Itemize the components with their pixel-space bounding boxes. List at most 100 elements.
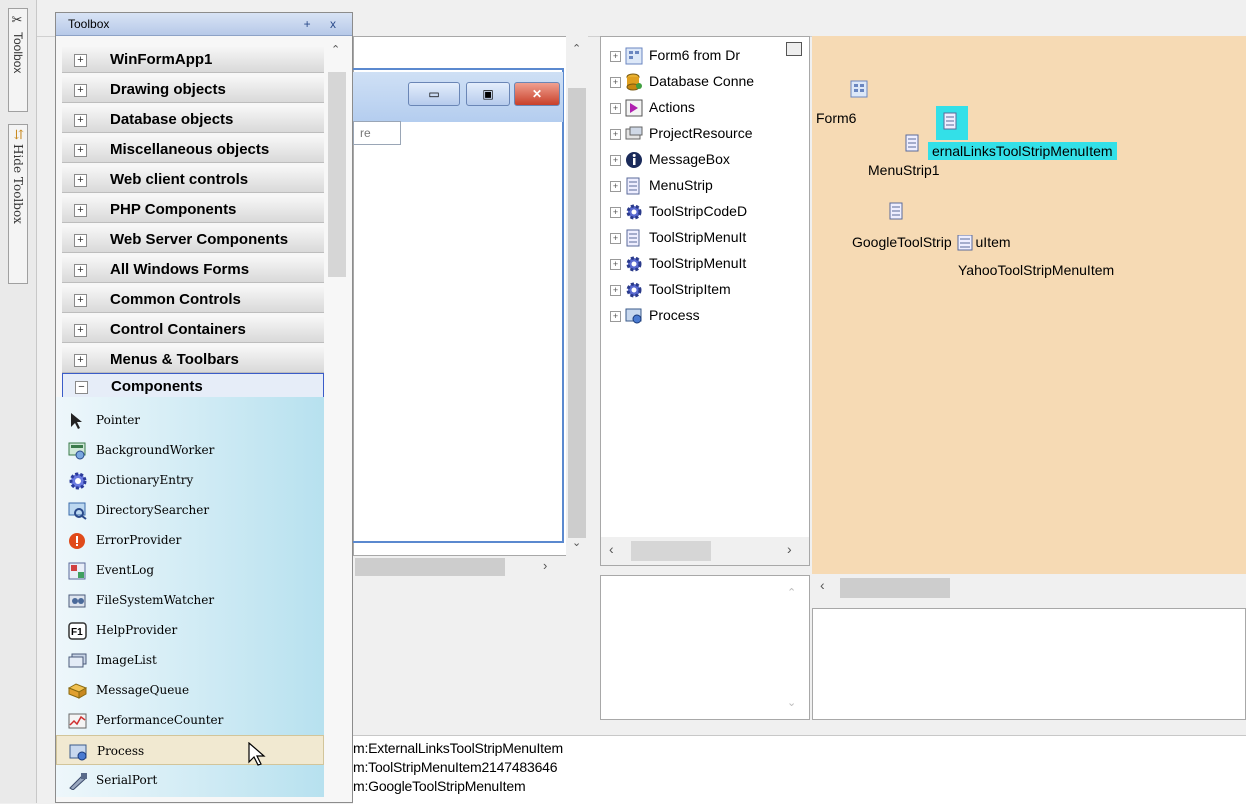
category-drawing-objects[interactable]: + Drawing objects [62, 77, 324, 103]
scroll-right-icon[interactable]: › [787, 541, 792, 557]
scroll-thumb[interactable] [328, 72, 346, 277]
scroll-up-icon[interactable]: ⌃ [331, 43, 340, 56]
scroll-thumb[interactable] [355, 558, 505, 576]
expand-icon[interactable]: + [610, 310, 621, 322]
category-winformapp1[interactable]: + WinFormApp1 [62, 47, 324, 73]
expand-icon[interactable]: + [74, 264, 87, 277]
expand-icon[interactable]: + [74, 114, 87, 127]
output-window[interactable]: m:ExternalLinksToolStripMenuItem m:ToolS… [353, 735, 1246, 804]
expand-icon[interactable]: + [610, 284, 621, 296]
minimize-button[interactable]: ▭ [408, 82, 460, 106]
yahoo-node-icon[interactable] [956, 234, 976, 251]
scroll-up-icon[interactable]: ⌃ [787, 586, 796, 599]
toolbox-item-dictionaryentry[interactable]: DictionaryEntry [56, 465, 324, 495]
toolbox-item-pointer[interactable]: Pointer [56, 405, 324, 435]
properties-box[interactable]: ⌃ ⌄ [600, 575, 810, 720]
form-textbox[interactable]: re [353, 121, 401, 145]
category-all-windows-forms[interactable]: + All Windows Forms [62, 257, 324, 283]
toolbox-panel[interactable]: Toolbox + x + WinFormApp1 + Drawing object… [55, 12, 353, 803]
toolbox-pin-close-buttons[interactable]: + x [304, 13, 344, 35]
scroll-thumb[interactable] [568, 88, 586, 538]
close-button[interactable]: ✕ [514, 82, 560, 106]
category-web-server-components[interactable]: + Web Server Components [62, 227, 324, 253]
toolbox-item-eventlog[interactable]: EventLog [56, 555, 324, 585]
selected-node-label[interactable]: ernalLinksToolStripMenuItem [928, 142, 1117, 160]
tree-node[interactable]: + Process [610, 302, 700, 328]
toolbox-item-backgroundworker[interactable]: BackgroundWorker [56, 435, 324, 465]
tree-node[interactable]: + ProjectResource [610, 120, 753, 146]
category-control-containers[interactable]: + Control Containers [62, 317, 324, 343]
hide-toolbox-side-tab[interactable]: ⇆ Hide Toolbox [8, 124, 28, 284]
toolbox-item-messagequeue[interactable]: MessageQueue [56, 675, 324, 705]
category-database-objects[interactable]: + Database objects [62, 107, 324, 133]
tree-node[interactable]: + ToolStripCodeD [610, 198, 747, 224]
window-restore-icon[interactable] [786, 42, 802, 56]
tree-node[interactable]: + Database Conne [610, 68, 754, 94]
toolbox-scrollbar[interactable]: ⌃ [326, 37, 348, 277]
scroll-up-icon[interactable]: ⌃ [572, 42, 581, 55]
category-web-client-controls[interactable]: + Web client controls [62, 167, 324, 193]
category-components[interactable]: − Components [62, 373, 324, 399]
expand-icon[interactable]: + [74, 294, 87, 307]
tree-node[interactable]: + MessageBox [610, 146, 730, 172]
toolbox-item-process[interactable]: Process [56, 735, 324, 766]
toolbox-item-performancecounter[interactable]: PerformanceCounter [56, 705, 324, 735]
tree-node[interactable]: + MenuStrip [610, 172, 713, 198]
scroll-left-icon[interactable]: ‹ [820, 577, 825, 593]
expand-icon[interactable]: + [74, 84, 87, 97]
scroll-down-icon[interactable]: ⌄ [572, 536, 581, 549]
expand-icon[interactable]: + [74, 204, 87, 217]
tree-node[interactable]: + ToolStripItem [610, 276, 731, 302]
designer-horizontal-scrollbar[interactable]: › [353, 556, 563, 578]
diagram-canvas[interactable]: Form6 ernalLinksToolStripMenuItem MenuSt… [812, 36, 1246, 574]
google-node-label[interactable]: GoogleToolStrip uItem [852, 234, 1011, 251]
maximize-button[interactable]: ▣ [466, 82, 510, 106]
expand-icon[interactable]: + [74, 354, 87, 367]
canvas-horizontal-scrollbar[interactable]: ‹ [812, 575, 1246, 601]
expand-icon[interactable]: + [610, 154, 621, 166]
menustrip-node-label[interactable]: MenuStrip1 [868, 162, 940, 178]
expand-icon[interactable]: + [74, 174, 87, 187]
tree-horizontal-scrollbar[interactable]: ‹ › [601, 537, 809, 565]
toolbox-item-errorprovider[interactable]: ErrorProvider [56, 525, 324, 555]
toolbox-item-filesystemwatcher[interactable]: FileSystemWatcher [56, 585, 324, 615]
category-common-controls[interactable]: + Common Controls [62, 287, 324, 313]
tree-node[interactable]: + ToolStripMenuIt [610, 224, 746, 250]
toolbox-item-directorysearcher[interactable]: DirectorySearcher [56, 495, 324, 525]
expand-icon[interactable]: + [610, 232, 621, 244]
yahoo-node-label[interactable]: YahooToolStripMenuItem [958, 262, 1114, 278]
expand-icon[interactable]: + [610, 180, 621, 192]
collapse-icon[interactable]: − [75, 381, 88, 394]
menuitem-node-icon[interactable] [942, 112, 960, 130]
toolbox-item-serialport[interactable]: SerialPort [56, 765, 324, 795]
toolbox-item-imagelist[interactable]: ImageList [56, 645, 324, 675]
toolbox-side-tab[interactable]: ✂ Toolbox [8, 8, 28, 112]
expand-icon[interactable]: + [610, 50, 621, 62]
menustrip-node-icon[interactable] [904, 134, 922, 152]
scroll-thumb[interactable] [631, 541, 711, 561]
expand-icon[interactable]: + [74, 54, 87, 67]
category-menus-toolbars[interactable]: + Menus & Toolbars [62, 347, 324, 373]
toolbox-title-bar[interactable]: Toolbox + x [56, 13, 352, 36]
tree-node[interactable]: + Actions [610, 94, 695, 120]
tree-node[interactable]: + Form6 from Dr [610, 42, 740, 68]
expand-icon[interactable]: + [610, 102, 621, 114]
expand-icon[interactable]: + [610, 76, 621, 88]
expand-icon[interactable]: + [74, 144, 87, 157]
expand-icon[interactable]: + [610, 258, 621, 270]
scroll-left-icon[interactable]: ‹ [609, 541, 614, 557]
expand-icon[interactable]: + [74, 324, 87, 337]
scroll-thumb[interactable] [840, 578, 950, 598]
scroll-down-icon[interactable]: ⌄ [787, 696, 796, 709]
scroll-right-icon[interactable]: › [543, 558, 547, 573]
tree-node[interactable]: + ToolStripMenuIt [610, 250, 746, 276]
expand-icon[interactable]: + [74, 234, 87, 247]
designer-vertical-scrollbar[interactable]: ⌃ ⌄ [566, 36, 588, 556]
expand-icon[interactable]: + [610, 206, 621, 218]
form-node-label[interactable]: Form6 [816, 110, 856, 126]
form-node-icon[interactable] [850, 80, 868, 98]
toolbox-item-helpprovider[interactable]: F1 HelpProvider [56, 615, 324, 645]
expand-icon[interactable]: + [610, 128, 621, 140]
category-php-components[interactable]: + PHP Components [62, 197, 324, 223]
category-miscellaneous-objects[interactable]: + Miscellaneous objects [62, 137, 324, 163]
